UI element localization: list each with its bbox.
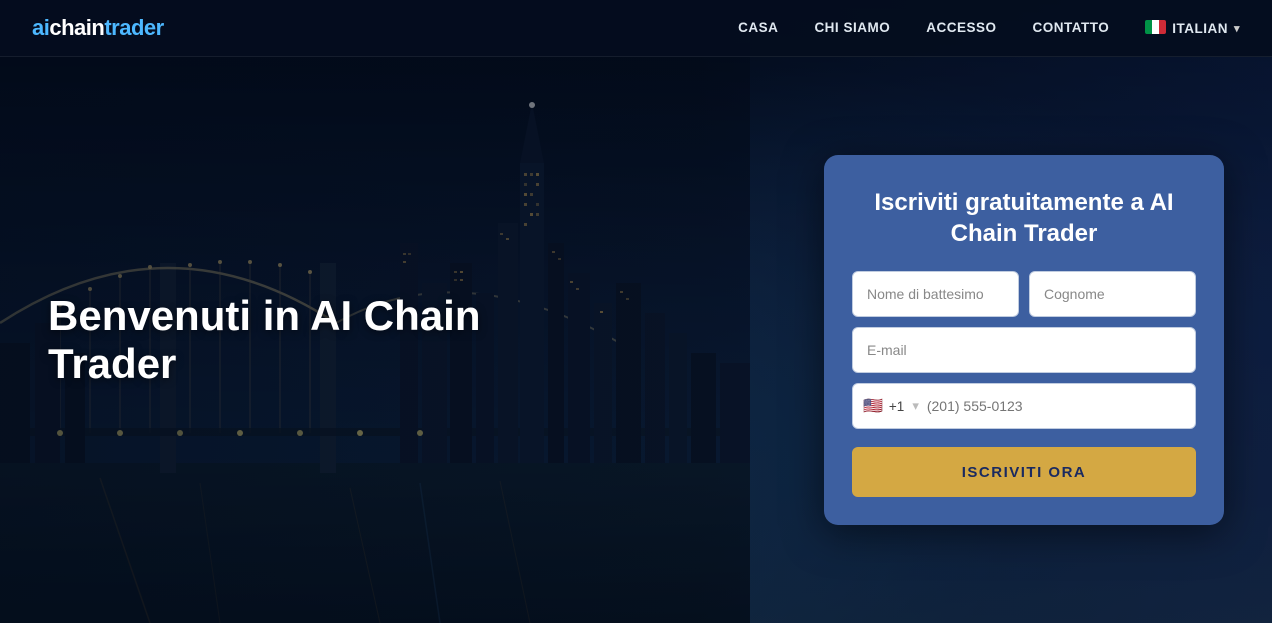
italian-flag-icon [1145,20,1166,37]
nav-item-casa[interactable]: CASA [738,19,778,37]
chevron-down-icon: ▾ [1234,22,1240,35]
registration-form-card: Iscriviti gratuitamente a AI Chain Trade… [824,155,1224,525]
hero-title: Benvenuti in AI Chain Trader [48,292,608,389]
nav-links: CASA CHI SIAMO ACCESSO CONTATTO [738,19,1109,37]
hero-text: Benvenuti in AI Chain Trader [48,292,824,389]
language-label: ITALIAN [1172,21,1228,36]
first-name-input[interactable] [852,271,1019,317]
language-selector[interactable]: ITALIAN ▾ [1145,20,1240,37]
phone-input[interactable] [927,398,1185,414]
form-title: Iscriviti gratuitamente a AI Chain Trade… [852,187,1196,249]
logo-trader: trader [104,15,163,41]
nav-link-casa[interactable]: CASA [738,20,778,35]
nav-link-accesso[interactable]: ACCESSO [926,20,996,35]
email-input[interactable] [852,327,1196,373]
nav-item-chi-siamo[interactable]: CHI SIAMO [814,19,890,37]
us-flag-icon: 🇺🇸 [863,396,883,416]
phone-row: 🇺🇸 +1 ▾ [852,383,1196,429]
logo[interactable]: aichaintrader [32,15,164,41]
hero-content: Benvenuti in AI Chain Trader Iscriviti g… [0,57,1272,623]
submit-button[interactable]: ISCRIVITI ORA [852,447,1196,497]
name-row [852,271,1196,317]
phone-divider: ▾ [912,398,919,414]
nav-item-contatto[interactable]: CONTATTO [1032,19,1109,37]
logo-ai: ai [32,15,49,41]
nav-link-chi-siamo[interactable]: CHI SIAMO [814,20,890,35]
email-row [852,327,1196,373]
logo-chain: chain [49,15,104,41]
phone-code: +1 [889,399,904,414]
navbar: aichaintrader CASA CHI SIAMO ACCESSO CON… [0,0,1272,57]
nav-link-contatto[interactable]: CONTATTO [1032,20,1109,35]
last-name-input[interactable] [1029,271,1196,317]
nav-item-accesso[interactable]: ACCESSO [926,19,996,37]
